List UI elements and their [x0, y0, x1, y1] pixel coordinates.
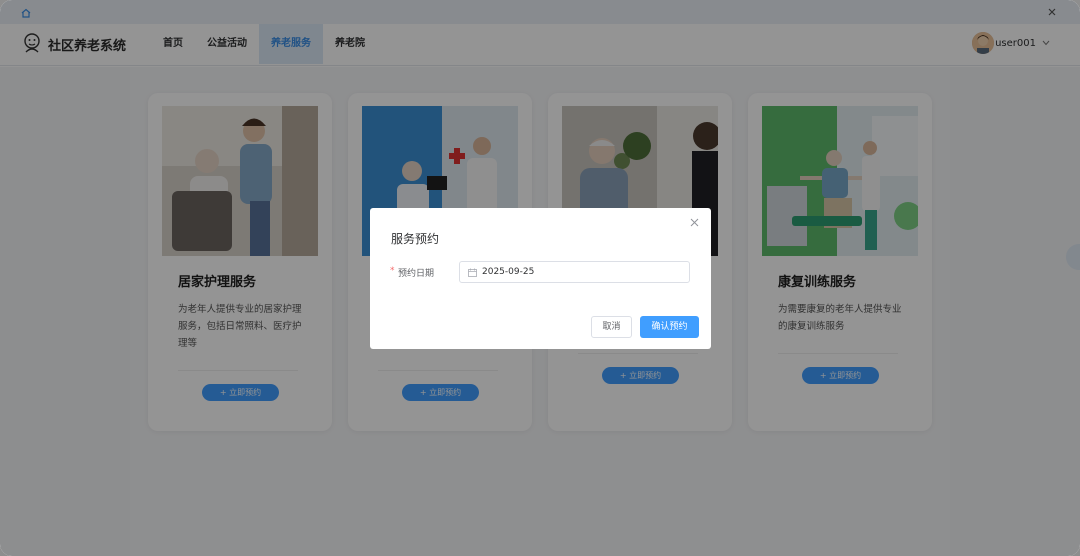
- booking-dialog: 服务预约 * 预约日期 2025-09-25 取消 确认预约: [370, 208, 711, 349]
- calendar-icon: [468, 268, 477, 277]
- app-window: 社区养老系统 首页 公益活动 养老服务 养老院 user001 居家护理服务 为…: [0, 0, 1080, 556]
- date-picker-input[interactable]: 2025-09-25: [459, 261, 690, 283]
- dialog-title: 服务预约: [391, 232, 440, 246]
- date-value: 2025-09-25: [482, 267, 535, 277]
- cancel-button[interactable]: 取消: [591, 316, 632, 338]
- required-mark: *: [390, 266, 395, 276]
- confirm-booking-button[interactable]: 确认预约: [640, 316, 699, 338]
- date-field-label: 预约日期: [398, 269, 435, 279]
- close-icon[interactable]: [690, 218, 699, 227]
